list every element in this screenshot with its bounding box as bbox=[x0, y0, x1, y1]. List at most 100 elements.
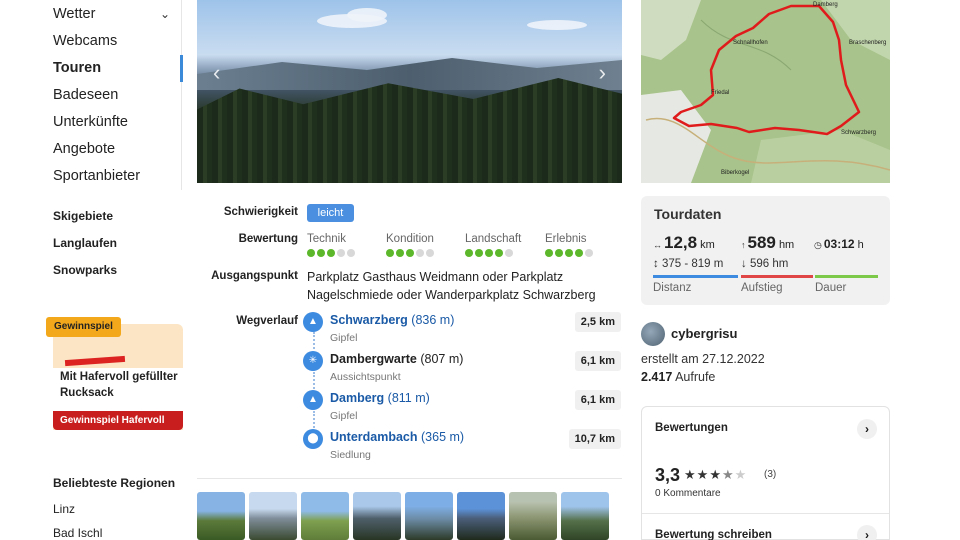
stop-name[interactable]: Damberg (811 m) bbox=[330, 391, 430, 405]
chevron-down-icon[interactable]: ⌄ bbox=[160, 2, 170, 26]
map-label: Braschenberg bbox=[849, 40, 887, 46]
stop-name[interactable]: Schwarzberg (836 m) bbox=[330, 313, 454, 327]
tour-data-card: Tourdaten ↔ 12,8 km ↑ 589 hm ◷ 03:12 h ↕ 37… bbox=[641, 196, 890, 305]
nav-item-angebote[interactable]: Angebote bbox=[53, 137, 178, 164]
rating-dot bbox=[575, 249, 583, 257]
route-stop: ✳ Dambergwarte (807 m) Aussichtspunkt 6,1 k… bbox=[303, 349, 621, 389]
nav-item-touren[interactable]: Touren bbox=[53, 56, 178, 83]
distance-unit: km bbox=[700, 239, 715, 251]
stop-distance: 10,7 km bbox=[568, 429, 621, 449]
author-name[interactable]: cybergrisu bbox=[671, 326, 737, 341]
nav-label: Wetter bbox=[53, 6, 96, 22]
stop-elevation: (807 m) bbox=[420, 352, 464, 366]
region-link[interactable]: Bad Ischl bbox=[53, 526, 175, 540]
comment-count: 0 Kommentare bbox=[655, 488, 721, 499]
descent-value: 596 bbox=[749, 258, 770, 270]
cloud bbox=[347, 8, 387, 22]
photo-thumb[interactable] bbox=[405, 492, 453, 540]
rating-dots bbox=[307, 249, 355, 257]
distance-value: ↔ 12,8 km bbox=[653, 233, 715, 253]
ascent-caption: Aufstieg bbox=[741, 282, 783, 294]
rating-dot bbox=[485, 249, 493, 257]
stop-title[interactable]: Damberg bbox=[330, 391, 384, 405]
stop-elevation: (811 m) bbox=[387, 391, 430, 405]
altitude-icon: ↕ bbox=[653, 258, 659, 270]
photo-thumb[interactable] bbox=[249, 492, 297, 540]
route-label: Wegverlauf bbox=[236, 315, 298, 327]
divider bbox=[197, 478, 622, 479]
ratings-title[interactable]: Bewertungen bbox=[655, 422, 728, 434]
stop-title[interactable]: Unterdambach bbox=[330, 430, 418, 444]
promo-button[interactable]: Gewinnspiel Hafervoll bbox=[53, 411, 183, 430]
rating-kondition: Kondition bbox=[386, 233, 434, 257]
chevron-right-icon[interactable]: › bbox=[857, 419, 877, 439]
star-half-icon: ★ bbox=[721, 467, 735, 482]
rating-dot bbox=[337, 249, 345, 257]
avatar[interactable] bbox=[641, 322, 665, 346]
route-stop: ▲ Schwarzberg (836 m) Gipfel 2,5 km bbox=[303, 310, 621, 350]
peak-icon: ▲ bbox=[303, 312, 323, 332]
nav-item-badeseen[interactable]: Badeseen bbox=[53, 83, 178, 110]
photo-thumb[interactable] bbox=[197, 492, 245, 540]
rating-erlebnis: Erlebnis bbox=[545, 233, 593, 257]
rating-category-label: Technik bbox=[307, 233, 346, 245]
rating-dot bbox=[327, 249, 335, 257]
created-date: erstellt am 27.12.2022 bbox=[641, 352, 765, 366]
duration-number: 03:12 bbox=[823, 237, 855, 251]
promo-tag: Gewinnspiel bbox=[46, 317, 121, 337]
rating-dots bbox=[545, 249, 593, 257]
duration-unit: h bbox=[857, 239, 864, 251]
chevron-right-icon[interactable]: › bbox=[857, 525, 877, 540]
promo-card[interactable]: Gewinnspiel Mit Hafervoll gefüllter Ruck… bbox=[46, 317, 183, 430]
nav-item-skigebiete[interactable]: Skigebiete bbox=[53, 206, 178, 233]
start-value: Parkplatz Gasthaus Weidmann oder Parkpla… bbox=[307, 270, 596, 302]
photo-thumb[interactable] bbox=[457, 492, 505, 540]
nav-item-webcams[interactable]: Webcams bbox=[53, 29, 178, 56]
star-empty-icon: ★ bbox=[734, 467, 748, 482]
nav-item-unterkuenfte[interactable]: Unterkünfte bbox=[53, 110, 178, 137]
stop-title: Dambergwarte bbox=[330, 352, 417, 366]
chevron-right-icon[interactable]: › bbox=[599, 60, 606, 86]
rating-dot bbox=[317, 249, 325, 257]
rating-category-label: Landschaft bbox=[465, 233, 522, 245]
rating-dot bbox=[495, 249, 503, 257]
tour-data-heading: Tourdaten bbox=[654, 206, 722, 222]
rating-dot bbox=[545, 249, 553, 257]
nav-item-sportanbieter[interactable]: Sportanbieter bbox=[53, 164, 178, 191]
chevron-left-icon[interactable]: ‹ bbox=[213, 60, 220, 86]
stop-type: Siedlung bbox=[330, 449, 371, 461]
photo-thumb[interactable] bbox=[509, 492, 557, 540]
ascent-value: ↑ 589 hm bbox=[741, 233, 794, 253]
route-stop: ⬤ Unterdambach (365 m) Siedlung 10,7 km bbox=[303, 427, 621, 467]
forest bbox=[197, 78, 622, 183]
region-link[interactable]: Linz bbox=[53, 502, 175, 526]
photo-thumb[interactable] bbox=[561, 492, 609, 540]
stop-title[interactable]: Schwarzberg bbox=[330, 313, 408, 327]
difficulty-label: Schwierigkeit bbox=[223, 206, 298, 218]
arrow-up-icon: ↑ bbox=[741, 240, 746, 250]
difficulty-badge: leicht bbox=[307, 204, 354, 222]
map-canvas bbox=[641, 0, 890, 183]
clock-icon: ◷ bbox=[814, 240, 822, 250]
nav-item-snowparks[interactable]: Snowparks bbox=[53, 260, 178, 287]
rating-dot bbox=[555, 249, 563, 257]
photo-thumb[interactable] bbox=[301, 492, 349, 540]
nav-item-wetter[interactable]: Wetter ⌄ bbox=[53, 2, 178, 29]
rating-dot bbox=[565, 249, 573, 257]
photo-thumb[interactable] bbox=[353, 492, 401, 540]
rating-technik: Technik bbox=[307, 233, 355, 257]
stop-name[interactable]: Unterdambach (365 m) bbox=[330, 430, 464, 444]
write-review-link[interactable]: Bewertung schreiben bbox=[655, 529, 772, 540]
start-label: Ausgangspunkt bbox=[211, 270, 298, 282]
divider bbox=[642, 513, 889, 514]
star-full-icon: ★ bbox=[696, 467, 710, 482]
promo-title: Mit Hafervoll gefüllter Rucksack bbox=[60, 371, 178, 399]
cloud bbox=[527, 20, 587, 30]
nav-item-langlaufen[interactable]: Langlaufen bbox=[53, 233, 178, 260]
view-count-number: 2.417 bbox=[641, 370, 673, 384]
rating-dot bbox=[426, 249, 434, 257]
rating-dot bbox=[416, 249, 424, 257]
rating-label: Bewertung bbox=[238, 233, 298, 245]
route-map[interactable]: Damberg Braschenberg Schwarzberg Biberkogel… bbox=[641, 0, 890, 183]
stop-elevation: (365 m) bbox=[421, 430, 465, 444]
